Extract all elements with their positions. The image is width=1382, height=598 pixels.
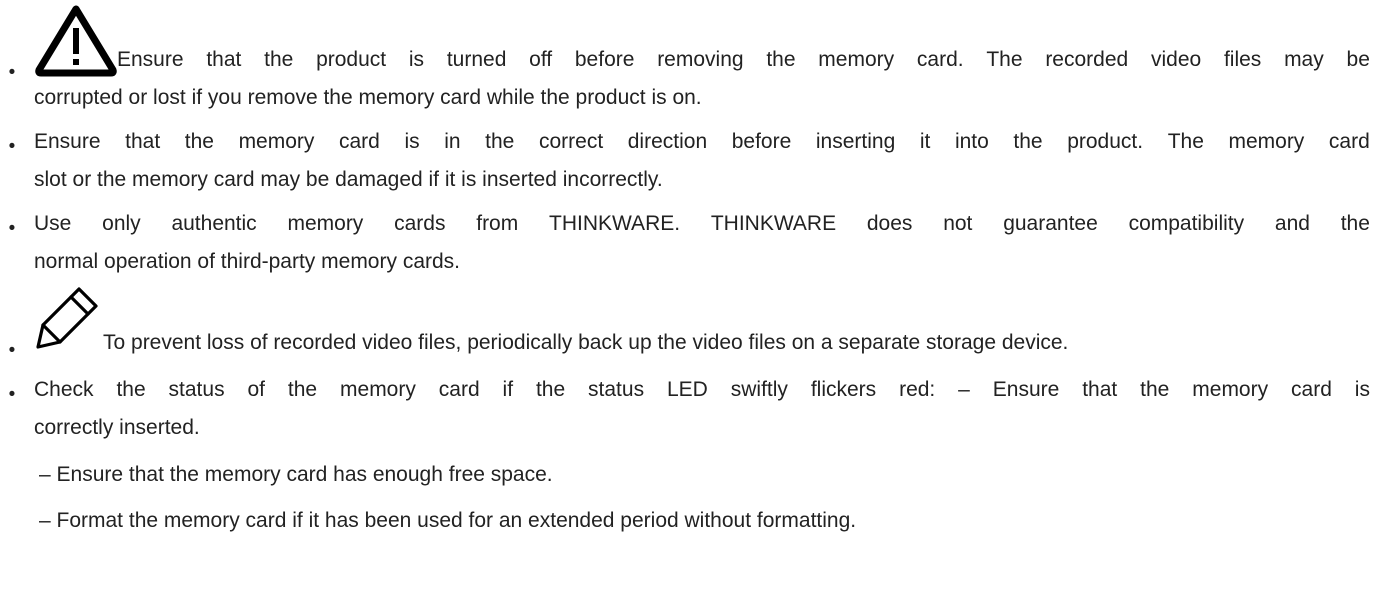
bullet: • <box>8 136 16 157</box>
note-text-line: Check the status of the memory card if the status… <box>34 378 1370 402</box>
word: product. <box>1067 130 1144 153</box>
word: the <box>1140 378 1170 401</box>
word: memory <box>1192 378 1269 401</box>
word: it <box>919 130 931 153</box>
word: card <box>438 378 480 401</box>
word: THINKWARE <box>710 212 837 235</box>
word: memory <box>340 378 416 401</box>
sub-item: – Format the memory card if it has been … <box>39 509 857 532</box>
word: not <box>943 212 973 235</box>
word: video <box>1150 48 1202 71</box>
word: only <box>102 212 141 235</box>
word: card. <box>916 48 964 71</box>
word: memory <box>238 130 315 153</box>
word: direction <box>627 130 708 153</box>
note-text-line: Ensure that the memory card is in the correct dir… <box>34 130 1370 154</box>
word: LED <box>666 378 708 401</box>
word: cards <box>394 212 446 235</box>
word: off <box>529 48 553 71</box>
note-text-line: slot or the memory card may be damaged i… <box>34 168 663 191</box>
word: before <box>574 48 635 71</box>
word: the <box>1340 212 1370 235</box>
word: recorded <box>1045 48 1129 71</box>
word: compatibility <box>1128 212 1245 235</box>
word: is <box>1354 378 1370 401</box>
word: the <box>485 130 515 153</box>
word: product <box>316 48 387 71</box>
word: guarantee <box>1003 212 1098 235</box>
word: status <box>588 378 645 401</box>
word: Use <box>34 212 72 235</box>
pencil-icon <box>36 287 98 349</box>
word: does <box>866 212 913 235</box>
word: correct <box>538 130 604 153</box>
sub-item: – Ensure that the memory card has enough… <box>39 463 553 486</box>
word: memory <box>287 212 364 235</box>
note-text-line: Use only authentic memory cards from THINKWARE… <box>34 212 1370 236</box>
word: and <box>1274 212 1310 235</box>
word: in <box>444 130 461 153</box>
word: the <box>116 378 146 401</box>
note-text-line: normal operation of third-party memory c… <box>34 250 460 273</box>
word: into <box>954 130 989 153</box>
word: may <box>1284 48 1324 71</box>
word: is <box>404 130 420 153</box>
word: flickers <box>810 378 877 401</box>
word: card <box>339 130 380 153</box>
word: the <box>1013 130 1043 153</box>
word: if <box>502 378 514 401</box>
word: is <box>408 48 425 71</box>
word: removing <box>657 48 744 71</box>
word: status <box>168 378 225 401</box>
word: the <box>184 130 214 153</box>
notes-document: • Ensure that the product is turned off before r… <box>0 0 1382 598</box>
word: card <box>1291 378 1332 401</box>
word: – <box>958 378 970 401</box>
bullet: • <box>8 62 16 83</box>
word: authentic <box>171 212 257 235</box>
word: The <box>1167 130 1204 153</box>
word: inserting <box>815 130 896 153</box>
word: the <box>535 378 566 401</box>
word: turned <box>446 48 507 71</box>
word: Check <box>34 378 94 401</box>
word: of <box>247 378 265 401</box>
word: swiftly <box>730 378 788 401</box>
note-text-line: correctly inserted. <box>34 416 200 439</box>
word: memory <box>1228 130 1305 153</box>
word: card <box>1328 130 1370 153</box>
note-text-line: corrupted or lost if you remove the memo… <box>34 86 702 109</box>
bullet: • <box>8 384 16 405</box>
word: red: <box>899 378 936 401</box>
note-text-line: Ensure that the product is turned off before rem… <box>117 48 1370 72</box>
word: the <box>766 48 796 71</box>
word: THINKWARE. <box>549 212 681 235</box>
warning-icon <box>35 5 117 77</box>
word: before <box>731 130 792 153</box>
word: that <box>206 48 242 71</box>
word: that <box>125 130 161 153</box>
word: files <box>1223 48 1262 71</box>
note-text-line: To prevent loss of recorded video files,… <box>103 331 1069 354</box>
word: Ensure <box>117 48 184 71</box>
bullet: • <box>8 340 16 361</box>
word: that <box>1082 378 1118 401</box>
word: The <box>986 48 1023 71</box>
word: be <box>1346 48 1370 71</box>
word: memory <box>818 48 895 71</box>
word: from <box>476 212 519 235</box>
word: Ensure <box>34 130 101 153</box>
word: the <box>264 48 294 71</box>
bullet: • <box>8 218 16 239</box>
word: the <box>287 378 318 401</box>
word: Ensure <box>992 378 1060 401</box>
